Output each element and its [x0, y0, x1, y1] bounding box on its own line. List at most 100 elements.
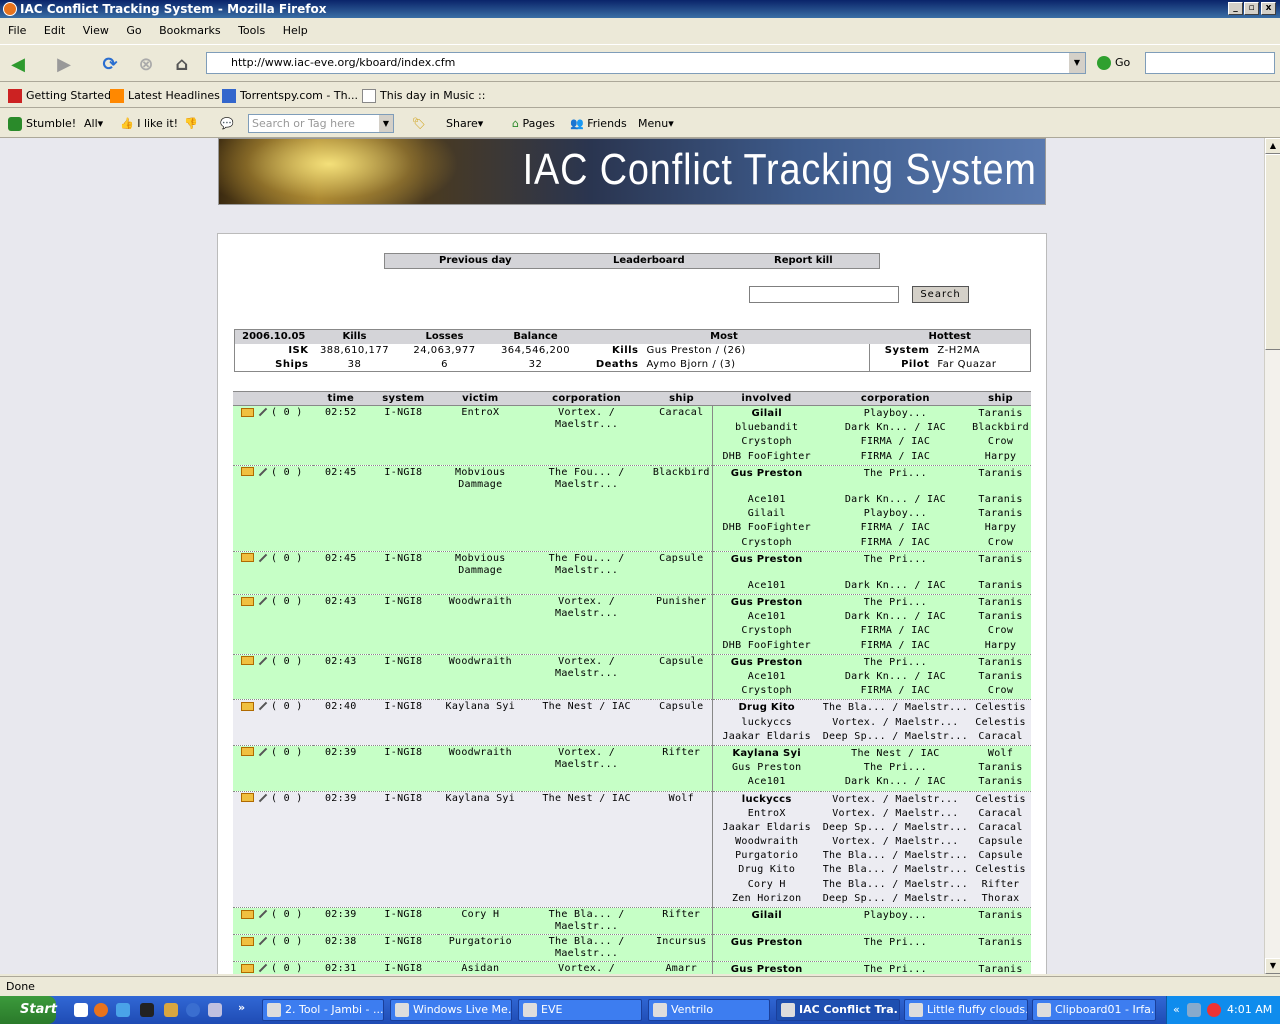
kill-victim[interactable]: Kaylana Syi — [440, 793, 520, 805]
comment-icon[interactable]: 💬 — [220, 110, 234, 138]
kill-victim[interactable]: Asidan — [440, 963, 520, 974]
kill-system[interactable]: I-NGI8 — [371, 963, 437, 974]
search-button[interactable]: Search — [912, 286, 969, 303]
involved-pilot[interactable]: Drug Kito — [715, 701, 819, 715]
kill-row[interactable]: ( 0 ) 02:45 I-NGI8 Mobvious Dammage The Fou.… — [233, 551, 1031, 596]
stumble-button[interactable]: Stumble! — [8, 110, 76, 138]
task-irfanview[interactable]: Clipboard01 - Irfa... — [1032, 999, 1156, 1021]
involved-pilot[interactable]: Jaakar Eldaris — [715, 821, 819, 835]
kill-row[interactable]: ( 0 ) 02:40 I-NGI8 Kaylana Syi The Nest / IA… — [233, 699, 1031, 746]
kill-system[interactable]: I-NGI8 — [371, 909, 437, 921]
bookmark-getting-started[interactable]: Getting Started — [8, 84, 111, 108]
kill-system[interactable]: I-NGI8 — [371, 701, 437, 713]
edit-icon[interactable] — [258, 963, 268, 973]
edit-icon[interactable] — [258, 702, 268, 711]
firefox-icon[interactable] — [94, 1003, 108, 1017]
involved-pilot[interactable]: Gus Preston — [715, 467, 819, 481]
kill-row[interactable]: ( 0 ) 02:39 I-NGI8 Woodwraith Vortex. / Mael… — [233, 745, 1031, 792]
involved-pilot[interactable]: EntroX — [715, 807, 819, 821]
vertical-scrollbar[interactable]: ▲ ▼ — [1264, 138, 1280, 974]
kill-system[interactable]: I-NGI8 — [371, 656, 437, 668]
involved-pilot[interactable]: Kaylana Syi — [715, 747, 819, 761]
edit-icon[interactable] — [258, 909, 268, 919]
maximize-button[interactable]: ▫ — [1244, 2, 1259, 15]
desktop-icon[interactable] — [74, 1003, 88, 1017]
kill-row[interactable]: ( 0 ) 02:43 I-NGI8 Woodwraith Vortex. / Mael… — [233, 654, 1031, 701]
mail-icon[interactable] — [241, 963, 254, 973]
kill-victim[interactable]: Woodwraith — [440, 656, 520, 668]
app-icon[interactable] — [208, 1003, 222, 1017]
menu-go[interactable]: Go — [126, 24, 141, 37]
report-kill-link[interactable]: Report kill — [774, 254, 833, 268]
involved-pilot[interactable]: luckyccs — [715, 793, 819, 807]
kill-system[interactable]: I-NGI8 — [371, 553, 437, 565]
comment-count[interactable]: ( 0 ) — [271, 793, 303, 804]
kill-row[interactable]: ( 0 ) 02:45 I-NGI8 Mobvious Dammage The Fou.… — [233, 465, 1031, 552]
involved-pilot[interactable]: Purgatorio — [715, 849, 819, 863]
task-live-messenger[interactable]: Windows Live Me... — [390, 999, 512, 1021]
kill-row[interactable]: ( 0 ) 02:31 I-NGI8Asidan Vortex. / Maelstr.… — [233, 961, 1031, 974]
reload-icon[interactable]: ⟳ — [98, 53, 122, 77]
tag-icon[interactable]: 🏷 — [412, 110, 426, 138]
close-button[interactable]: x — [1261, 2, 1276, 15]
involved-pilot[interactable]: Gus Preston — [715, 553, 819, 567]
mail-icon[interactable] — [241, 909, 254, 919]
kill-row[interactable]: ( 0 ) 02:39 I-NGI8 Cory H The Bla... / Maels… — [233, 907, 1031, 935]
edit-icon[interactable] — [258, 553, 268, 562]
forward-icon[interactable]: ▶ — [52, 53, 76, 77]
pen-icon[interactable] — [164, 1003, 178, 1017]
hottest-pilot-value[interactable]: Far Quazar — [933, 358, 1030, 372]
kill-system[interactable]: I-NGI8 — [371, 467, 437, 479]
involved-pilot[interactable]: Crystoph — [715, 536, 819, 550]
menu-help[interactable]: Help — [283, 24, 308, 37]
chevron-right-icon[interactable]: » — [238, 1001, 245, 1014]
menu-edit[interactable]: Edit — [44, 24, 65, 37]
chevron-down-icon[interactable]: ▼ — [379, 115, 393, 132]
share-button[interactable]: Share▾ — [446, 110, 483, 138]
comment-count[interactable]: ( 0 ) — [271, 407, 303, 418]
edit-icon[interactable] — [258, 793, 268, 802]
stop-icon[interactable]: ⊗ — [134, 53, 158, 77]
involved-pilot[interactable]: Gus Preston — [715, 761, 819, 775]
media-player-icon[interactable] — [186, 1003, 200, 1017]
involved-pilot[interactable]: Gus Preston — [715, 596, 819, 610]
mail-icon[interactable] — [241, 656, 254, 666]
start-button[interactable]: Start — [0, 996, 57, 1024]
kill-victim[interactable]: Kaylana Syi — [440, 701, 520, 713]
stumble-search-input[interactable]: Search or Tag here ▼ — [248, 114, 394, 133]
kill-victim[interactable]: Cory H — [440, 909, 520, 921]
involved-pilot[interactable]: Cory H — [715, 878, 819, 892]
ie-icon[interactable] — [116, 1003, 130, 1017]
scroll-up-icon[interactable]: ▲ — [1265, 138, 1280, 154]
involved-pilot[interactable]: Gilail — [715, 507, 819, 521]
kill-row[interactable]: ( 0 ) 02:43 I-NGI8 Woodwraith Vortex. / Mael… — [233, 594, 1031, 655]
kill-victim[interactable]: Mobvious Dammage — [440, 467, 520, 491]
kill-victim[interactable]: Purgatorio — [440, 936, 520, 948]
leaderboard-link[interactable]: Leaderboard — [613, 254, 685, 268]
menu-bookmarks[interactable]: Bookmarks — [159, 24, 220, 37]
edit-icon[interactable] — [258, 936, 268, 946]
like-button[interactable]: 👍 I like it! — [120, 110, 178, 138]
kill-row[interactable]: ( 0 ) 02:39 I-NGI8 Kaylana Syi The Nest / IA… — [233, 791, 1031, 908]
go-button[interactable]: Go — [1097, 55, 1130, 71]
kill-row[interactable]: ( 0 ) 02:38 I-NGI8 Purgatorio The Bla... / M… — [233, 934, 1031, 962]
most-kills-value[interactable]: Gus Preston / (26) — [643, 344, 870, 358]
task-iac-firefox[interactable]: IAC Conflict Tra... — [776, 999, 900, 1021]
comment-count[interactable]: ( 0 ) — [271, 747, 303, 758]
stumble-menu-button[interactable]: Menu▾ — [638, 110, 674, 138]
involved-pilot[interactable]: Gilail — [715, 407, 819, 421]
previous-day-link[interactable]: Previous day — [439, 254, 512, 268]
kill-system[interactable]: I-NGI8 — [371, 793, 437, 805]
involved-pilot[interactable]: Zen Horizon — [715, 892, 819, 906]
involved-pilot[interactable]: Crystoph — [715, 435, 819, 449]
involved-pilot[interactable]: Ace101 — [715, 670, 819, 684]
kill-system[interactable]: I-NGI8 — [371, 936, 437, 948]
steam-icon[interactable] — [140, 1003, 154, 1017]
edit-icon[interactable] — [258, 656, 268, 666]
involved-pilot[interactable]: Crystoph — [715, 684, 819, 698]
menu-view[interactable]: View — [83, 24, 109, 37]
involved-pilot[interactable]: Jaakar Eldaris — [715, 730, 819, 744]
menu-file[interactable]: File — [8, 24, 26, 37]
mail-icon[interactable] — [241, 596, 254, 606]
search-engine-box[interactable] — [1145, 52, 1275, 74]
